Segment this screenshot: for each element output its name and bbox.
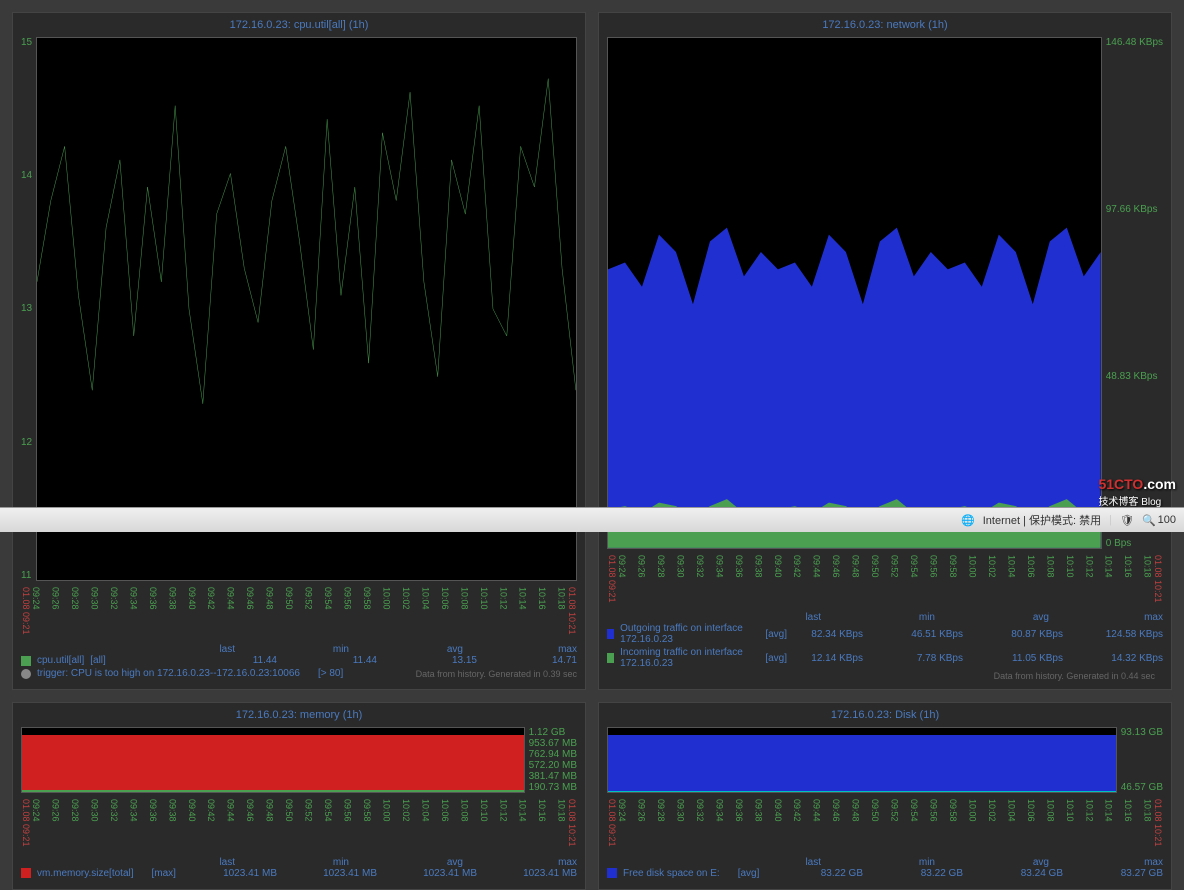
network-panel[interactable]: 172.16.0.23: network (1h) 146.48 KBps97.… — [598, 12, 1172, 690]
area-chart — [608, 38, 1101, 548]
xaxis-end: 01.08 10:21 — [567, 587, 585, 635]
disk-base — [608, 791, 1116, 793]
disk-panel[interactable]: 172.16.0.23: Disk (1h) 93.13 GB46.57 GB … — [598, 702, 1172, 890]
xaxis-end: 01.08 10:21 — [1153, 555, 1171, 603]
dashboard-grid: 172.16.0.23: cpu.util[all] (1h) 15141312… — [0, 0, 1184, 496]
legend: lastminavgmax cpu.util[all][all]11.4411.… — [13, 640, 585, 689]
yaxis: 1514131211 — [21, 37, 36, 581]
color-swatch — [607, 629, 614, 639]
legend-item: Free disk space on E:[avg]83.22 GB83.22 … — [607, 868, 1163, 879]
legend-item: vm.memory.size[total][max]1023.41 MB1023… — [21, 868, 577, 879]
xaxis-start: 01.08 09:21 — [13, 799, 31, 847]
xaxis: 09:2409:2609:2809:3009:3209:3409:3609:38… — [617, 799, 1153, 847]
zoom-icon: 🔍 — [1142, 514, 1156, 527]
xaxis: 09:2409:2609:2809:3009:3209:3409:3609:38… — [31, 587, 567, 635]
shield-icon: 🛡 — [1120, 514, 1134, 527]
memory-panel[interactable]: 172.16.0.23: memory (1h) 1.12 GB953.67 M… — [12, 702, 586, 890]
legend-item: Outgoing traffic on interface 172.16.0.2… — [607, 623, 1163, 645]
legend: lastminavgmax vm.memory.size[total][max]… — [13, 853, 585, 889]
line-chart — [37, 38, 576, 580]
xaxis-start: 01.08 09:21 — [599, 555, 617, 603]
xaxis: 09:2409:2609:2809:3009:3209:3409:3609:38… — [617, 555, 1153, 603]
xaxis-end: 01.08 10:21 — [567, 799, 585, 847]
color-swatch — [21, 868, 31, 878]
color-swatch — [607, 868, 617, 878]
legend-item: cpu.util[all][all]11.4411.4413.1514.71 — [21, 655, 577, 666]
legend: lastminavgmax Outgoing traffic on interf… — [599, 608, 1171, 689]
panel-title: 172.16.0.23: memory (1h) — [13, 703, 585, 727]
plot-area[interactable] — [21, 727, 525, 793]
plot-area[interactable] — [607, 37, 1102, 549]
panel-title: 172.16.0.23: network (1h) — [599, 13, 1171, 37]
color-swatch — [21, 656, 31, 666]
cpu-panel[interactable]: 172.16.0.23: cpu.util[all] (1h) 15141312… — [12, 12, 586, 690]
globe-icon: 🌐 — [961, 514, 975, 527]
panel-title: 172.16.0.23: cpu.util[all] (1h) — [13, 13, 585, 37]
panel-title: 172.16.0.23: Disk (1h) — [599, 703, 1171, 727]
ie-statusbar: 🌐 Internet | 保护模式: 禁用 | 🛡 🔍 100 — [0, 507, 1184, 532]
xaxis-start: 01.08 09:21 — [13, 587, 31, 635]
zoom-control[interactable]: 🔍 100 — [1142, 514, 1176, 527]
xaxis-end: 01.08 10:21 — [1153, 799, 1171, 847]
plot-area[interactable] — [36, 37, 577, 581]
trigger-dot — [21, 669, 31, 679]
trigger-row: trigger: CPU is too high on 172.16.0.23-… — [21, 668, 577, 679]
memory-base — [22, 790, 524, 793]
memory-fill — [22, 735, 524, 792]
disk-fill — [608, 735, 1116, 792]
legend: lastminavgmax Free disk space on E:[avg]… — [599, 853, 1171, 889]
xaxis: 09:2409:2609:2809:3009:3209:3409:3609:38… — [31, 799, 567, 847]
yaxis: 146.48 KBps97.66 KBps48.83 KBps0 Bps — [1102, 37, 1163, 549]
watermark-logo: 51CTO.com 技术博客 Blog — [1098, 476, 1176, 508]
color-swatch — [607, 653, 614, 663]
yaxis: 93.13 GB46.57 GB — [1117, 727, 1163, 793]
legend-item: Incoming traffic on interface 172.16.0.2… — [607, 647, 1163, 669]
xaxis-start: 01.08 09:21 — [599, 799, 617, 847]
security-status: Internet | 保护模式: 禁用 — [983, 512, 1101, 528]
yaxis: 1.12 GB953.67 MB762.94 MB572.20 MB381.47… — [525, 727, 577, 793]
plot-area[interactable] — [607, 727, 1117, 793]
